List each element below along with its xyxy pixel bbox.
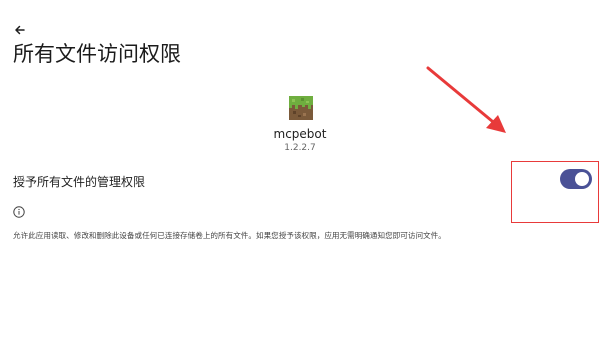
permission-row[interactable]: 授予所有文件的管理权限 <box>0 166 600 194</box>
permission-description: 允许此应用读取、修改和删除此设备或任何已连接存储卷上的所有文件。如果您授予该权限… <box>13 231 446 240</box>
back-arrow-icon[interactable] <box>12 22 28 38</box>
minecraft-grass-block-icon <box>289 96 313 120</box>
toggle-highlight-box <box>511 161 599 223</box>
info-icon <box>13 206 25 218</box>
red-arrow-annotation <box>426 66 506 133</box>
app-version: 1.2.2.7 <box>284 143 316 153</box>
page-title: 所有文件访问权限 <box>13 42 181 66</box>
permission-label: 授予所有文件的管理权限 <box>13 175 146 189</box>
